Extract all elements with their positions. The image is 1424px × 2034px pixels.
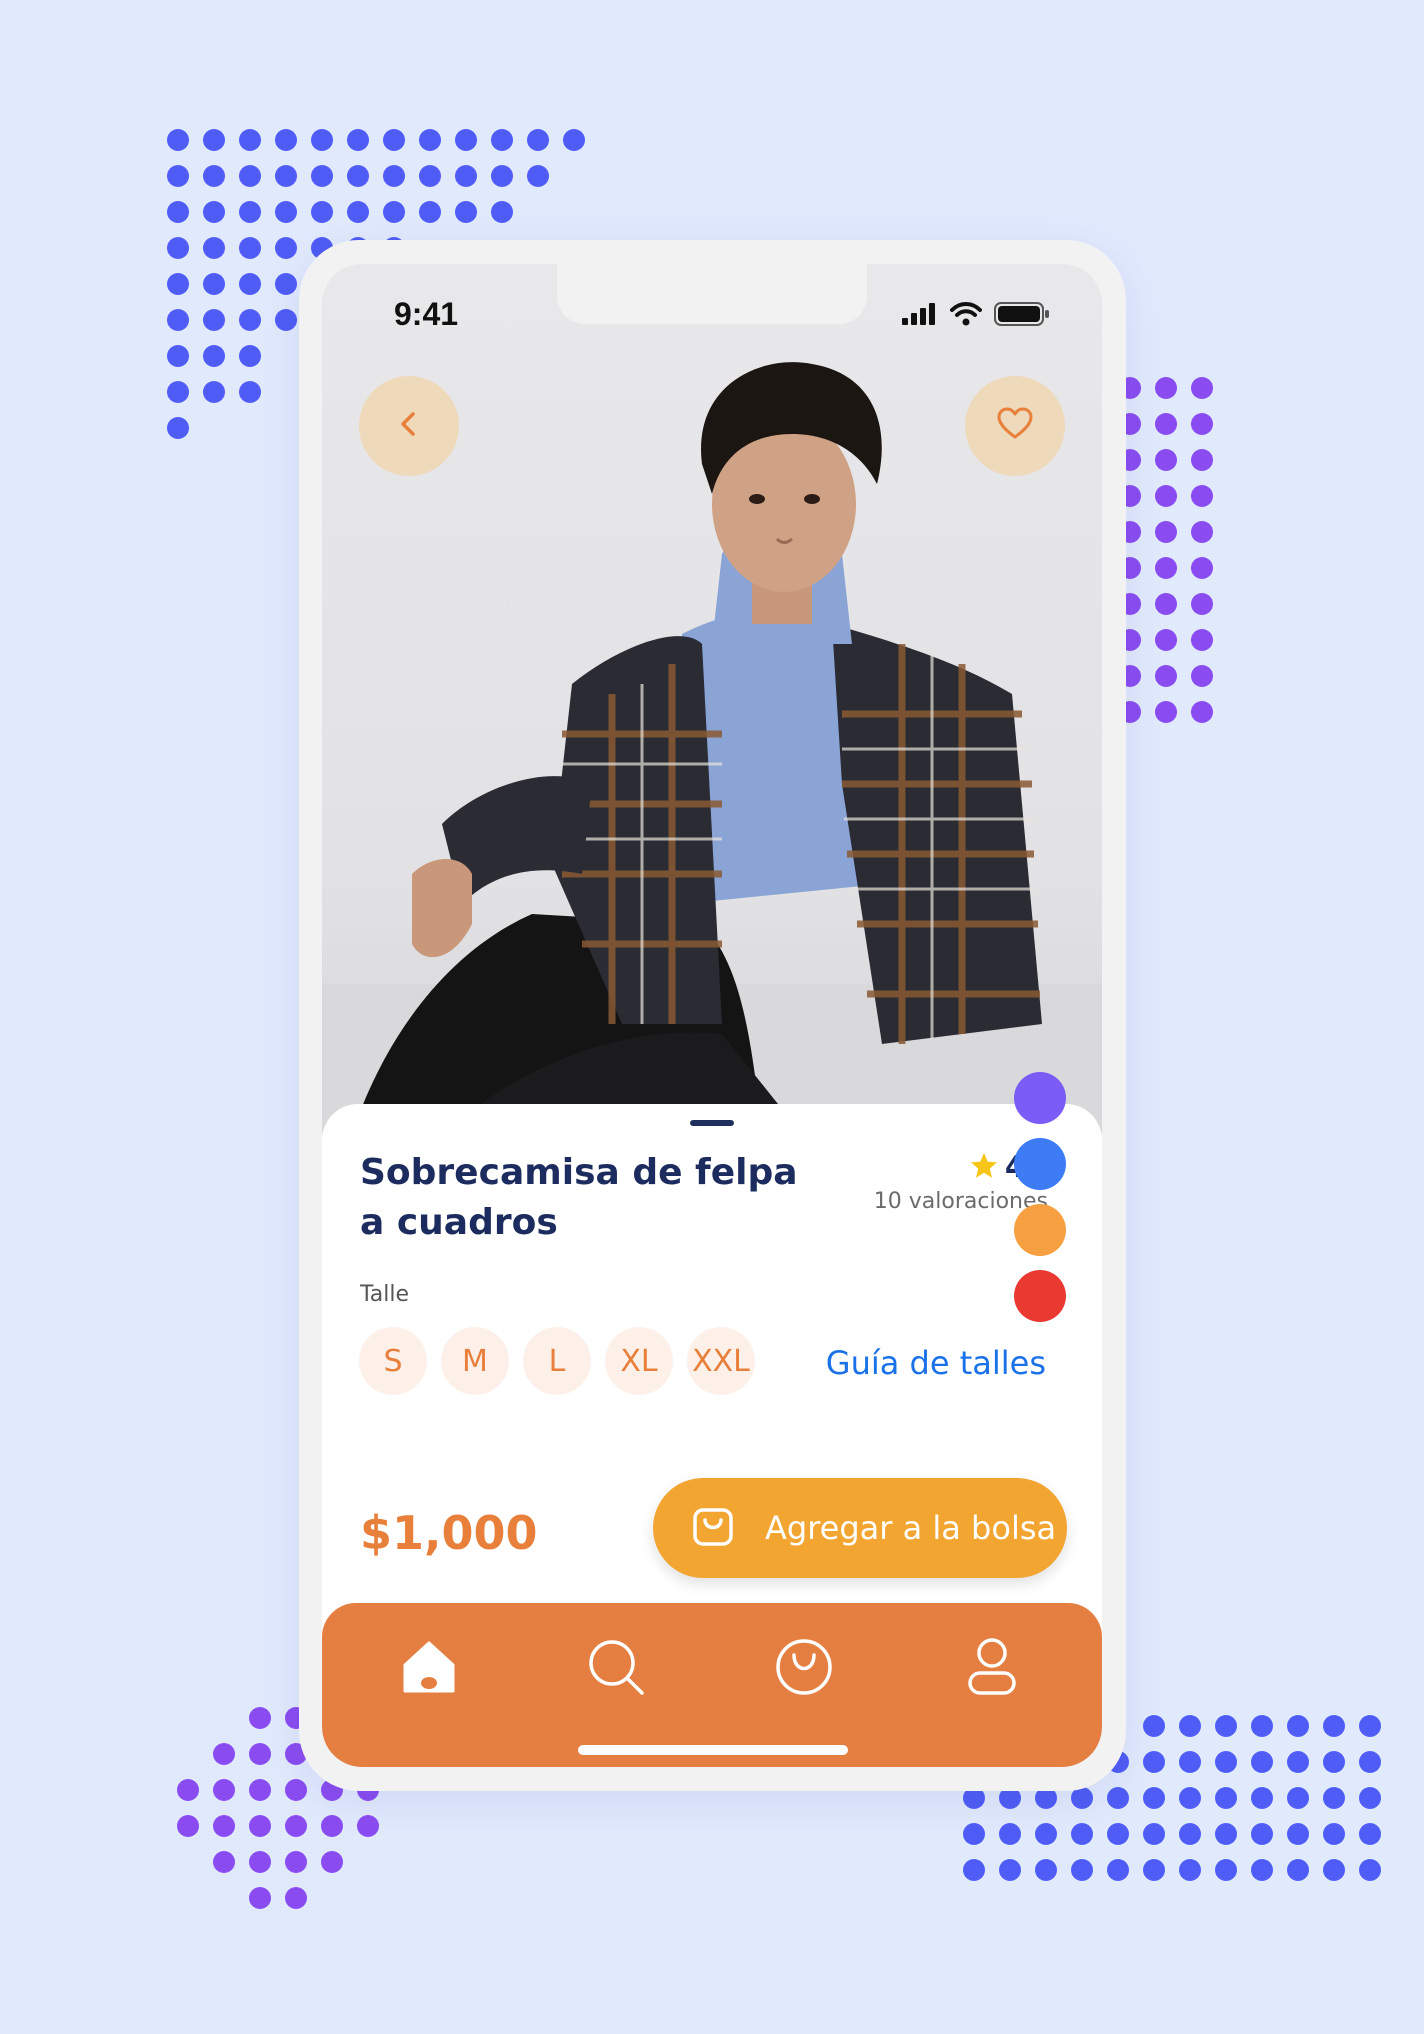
size-option-s[interactable]: S (359, 1327, 427, 1395)
color-swatch-purple[interactable] (1014, 1072, 1066, 1124)
search-icon (586, 1637, 646, 1701)
phone-screen: 9:41 Sobrecamisa de felpa a cuadros 10 v… (322, 264, 1102, 1767)
star-icon (969, 1151, 999, 1185)
tab-bag[interactable] (766, 1631, 842, 1707)
bag-icon (774, 1637, 834, 1701)
tab-search[interactable] (578, 1631, 654, 1707)
color-swatch-orange[interactable] (1014, 1204, 1066, 1256)
tab-home[interactable] (391, 1631, 467, 1707)
add-to-bag-label: Agregar a la bolsa (765, 1509, 1057, 1547)
phone-frame: 9:41 Sobrecamisa de felpa a cuadros 10 v… (299, 240, 1126, 1791)
size-option-m[interactable]: M (441, 1327, 509, 1395)
sheet-handle[interactable] (690, 1120, 734, 1126)
size-option-xl[interactable]: XL (605, 1327, 673, 1395)
status-time: 9:41 (394, 296, 459, 332)
size-option-l[interactable]: L (523, 1327, 591, 1395)
size-label: Talle (360, 1282, 410, 1307)
phone-notch (557, 264, 867, 324)
tab-profile[interactable] (954, 1631, 1030, 1707)
home-icon (399, 1637, 459, 1701)
status-icons (902, 302, 1050, 330)
product-title: Sobrecamisa de felpa a cuadros (360, 1152, 798, 1243)
size-selector: S M L XL XXL (359, 1327, 755, 1395)
back-button[interactable] (359, 376, 459, 476)
shopping-bag-icon (689, 1502, 737, 1554)
battery-icon (994, 302, 1050, 330)
product-price: $1,000 (360, 1506, 538, 1560)
chevron-left-icon (392, 407, 426, 445)
heart-icon (996, 407, 1034, 445)
home-indicator (578, 1745, 848, 1755)
color-swatches (1014, 1072, 1066, 1322)
wifi-icon (950, 302, 982, 330)
color-swatch-red[interactable] (1014, 1270, 1066, 1322)
cellular-signal-icon (902, 303, 938, 329)
size-option-xxl[interactable]: XXL (687, 1327, 755, 1395)
dot-pattern-right (1112, 372, 1222, 732)
add-to-bag-button[interactable]: Agregar a la bolsa (653, 1478, 1067, 1578)
favorite-button[interactable] (965, 376, 1065, 476)
color-swatch-blue[interactable] (1014, 1138, 1066, 1190)
bottom-tab-bar (322, 1603, 1102, 1767)
size-guide-link[interactable]: Guía de talles (826, 1344, 1046, 1382)
profile-icon (962, 1637, 1022, 1701)
